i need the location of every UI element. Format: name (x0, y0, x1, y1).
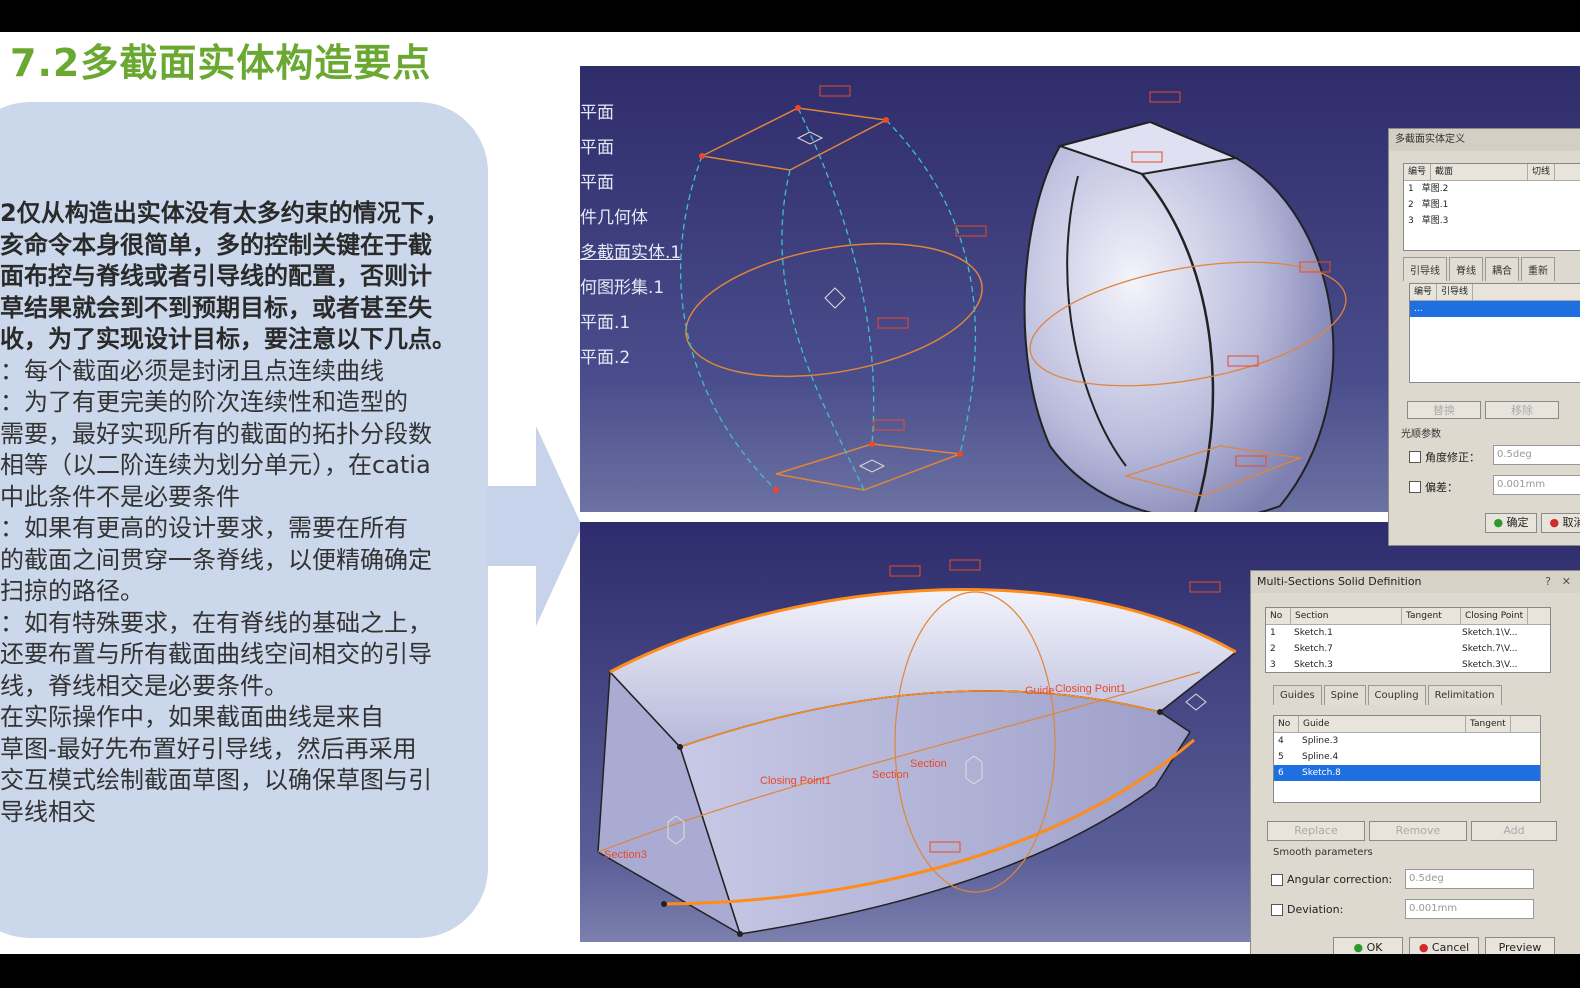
deviation-field[interactable]: 0.001mm (1493, 475, 1580, 495)
right-arrow-icon (486, 426, 582, 626)
replace-button[interactable]: 替换 (1407, 401, 1481, 419)
tab-spine[interactable]: Spine (1323, 685, 1366, 705)
slide-title: 7.2多截面实体构造要点 (10, 41, 432, 85)
body-text-line: 在实际操作中，如果截面曲线是来自 (0, 703, 384, 731)
list-item[interactable]: 5 Spline.4 (1274, 749, 1540, 765)
closing-point-label: Closing Point1 (1055, 683, 1126, 695)
tab-bar: Guides Spine Coupling Relimitation (1273, 685, 1504, 705)
column-header: Tangent (1402, 608, 1461, 624)
deviation-field[interactable]: 0.001mm (1405, 899, 1534, 919)
column-header: 截面 (1431, 164, 1529, 180)
closing-point-label: Closing Point1 (760, 775, 831, 787)
body-text-line: ：如果有更高的设计要求，需要在所有 (0, 514, 408, 542)
body-text-line: 导线相交 (0, 797, 96, 826)
remove-button[interactable]: 移除 (1485, 401, 1559, 419)
list-item[interactable]: 2 Sketch.7 Sketch.7\V... (1266, 641, 1550, 657)
list-item-selected[interactable]: ... (1410, 301, 1580, 317)
body-text-line: 相等（以二阶连续为划分单元），在catia (0, 451, 431, 479)
list-item[interactable]: 1 Sketch.1 Sketch.1\V... (1266, 625, 1550, 641)
tab-guides[interactable]: 引导线 (1403, 257, 1447, 281)
section3-label: Section3 (604, 849, 647, 861)
column-header: 编号 (1404, 164, 1432, 180)
body-text-line: 交互模式绘制截面草图，以确保草图与引 (0, 766, 432, 794)
body-text-line: ：为了有更完美的阶次连续性和造型的 (0, 388, 408, 416)
list-item[interactable]: 1 草图.2 (1404, 181, 1580, 197)
ok-icon: ● (1353, 941, 1364, 954)
ok-button[interactable]: ● OK (1333, 937, 1403, 954)
angular-correction-checkbox[interactable]: 角度修正： (1409, 449, 1480, 465)
replace-button[interactable]: Replace (1267, 821, 1365, 841)
body-text-line: 还要布置与所有截面曲线空间相交的引导 (0, 640, 432, 668)
cancel-icon: ● (1418, 941, 1429, 954)
guide-label: Guide (1025, 685, 1054, 697)
tab-spine[interactable]: 脊线 (1449, 257, 1483, 281)
body-text-line: ：如有特殊要求，在有脊线的基础之上， (0, 608, 432, 637)
body-text-line: 2仅从构造出实体没有太多约束的情况下， (0, 199, 449, 227)
section-list[interactable]: No Section Tangent Closing Point 1 Sketch… (1265, 607, 1551, 673)
angular-correction-checkbox[interactable]: Angular correction: (1271, 873, 1392, 886)
body-text-line: 面布控与脊线或者引导线的配置，否则计 (0, 262, 432, 290)
remove-button[interactable]: Remove (1369, 821, 1467, 841)
guide-list[interactable]: 编号 引导线 ... (1409, 283, 1580, 383)
body-text-line: 草结果就会到不到预期目标，或者甚至失 (0, 293, 432, 322)
tab-coupling[interactable]: 耦合 (1485, 257, 1519, 281)
tab-coupling[interactable]: Coupling (1367, 685, 1426, 705)
section-label: Section (872, 769, 909, 781)
column-header: Closing Point (1461, 608, 1529, 624)
body-text-line: 的截面之间贯穿一条脊线，以便精确确定 (0, 545, 432, 574)
cancel-icon: ● (1549, 516, 1560, 529)
body-text-line: 草图-最好先布置好引导线，然后再采用 (0, 734, 417, 763)
column-header: Tangent (1466, 716, 1511, 732)
body-text-line: 需要，最好实现所有的截面的拓扑分段数 (0, 419, 432, 448)
column-header: No (1274, 716, 1299, 732)
list-item-selected[interactable]: 6 Sketch.8 (1274, 765, 1540, 781)
slide: 7.2多截面实体构造要点 2仅从构造出实体没有太多约束的情况下， 亥命令本身很简单… (0, 32, 1580, 954)
close-icon[interactable]: ✕ (1562, 571, 1571, 593)
section-list[interactable]: 编号 截面 切线 1 草图.2 2 草图.1 3 草图.3 (1403, 163, 1580, 251)
cancel-button[interactable]: ● Cancel (1409, 937, 1479, 954)
angular-correction-field[interactable]: 0.5deg (1493, 445, 1580, 465)
slide-body-text: 2仅从构造出实体没有太多约束的情况下， 亥命令本身很简单，多的控制关键在于截 面布控… (0, 198, 470, 828)
deviation-checkbox[interactable]: Deviation: (1271, 903, 1343, 916)
dialog-title: Multi-Sections Solid Definition? ✕ (1251, 571, 1580, 593)
body-text-line: 收，为了实现设计目标，要注意以下几点。 (0, 325, 456, 353)
add-button[interactable]: Add (1471, 821, 1557, 841)
multi-section-dialog-cn[interactable]: 多截面实体定义 编号 截面 切线 1 草图.2 2 草图.1 3 草图.3 引导线 脊… (1388, 128, 1580, 546)
ok-button[interactable]: ● 确定 (1485, 513, 1537, 533)
body-text-line: 线，脊线相交是必要条件。 (0, 671, 288, 700)
cancel-button[interactable]: ● 取消 (1541, 513, 1580, 533)
column-header: 切线 (1528, 164, 1556, 180)
list-item[interactable]: 4 Spline.3 (1274, 733, 1540, 749)
column-header: Section (1291, 608, 1402, 624)
body-text-line: 扫掠的路径。 (0, 577, 144, 605)
list-item[interactable]: 3 Sketch.3 Sketch.3\V... (1266, 657, 1550, 673)
ok-icon: ● (1493, 516, 1504, 529)
body-text-line: ：每个截面必须是封闭且点连续曲线 (0, 356, 384, 385)
tab-guides[interactable]: Guides (1273, 685, 1322, 705)
tab-bar: 引导线 脊线 耦合 重新 (1403, 257, 1557, 281)
smooth-params-label: 光顺参数 (1401, 429, 1441, 440)
tab-relimitation[interactable]: Relimitation (1427, 685, 1502, 705)
list-item[interactable]: 3 草图.3 (1404, 213, 1580, 229)
tab-relimitation[interactable]: 重新 (1521, 257, 1555, 281)
angular-correction-field[interactable]: 0.5deg (1405, 869, 1534, 889)
smooth-params-label: Smooth parameters (1273, 847, 1373, 858)
body-text-line: 亥命令本身很简单，多的控制关键在于截 (0, 230, 432, 259)
column-header: No (1266, 608, 1291, 624)
list-item[interactable]: 2 草图.1 (1404, 197, 1580, 213)
help-icon[interactable]: ? (1545, 571, 1551, 593)
column-header: Guide (1299, 716, 1466, 732)
preview-button[interactable]: Preview (1485, 937, 1555, 954)
deviation-checkbox[interactable]: 偏差： (1409, 479, 1458, 495)
guide-list[interactable]: No Guide Tangent 4 Spline.3 5 Spline.4 6 Sk… (1273, 715, 1541, 803)
body-text-line: 中此条件不是必要条件 (0, 482, 240, 511)
section-label: Section (910, 758, 947, 770)
dialog-title: 多截面实体定义 (1389, 129, 1580, 151)
multi-section-dialog-en[interactable]: Multi-Sections Solid Definition? ✕ No Sec… (1250, 570, 1580, 954)
